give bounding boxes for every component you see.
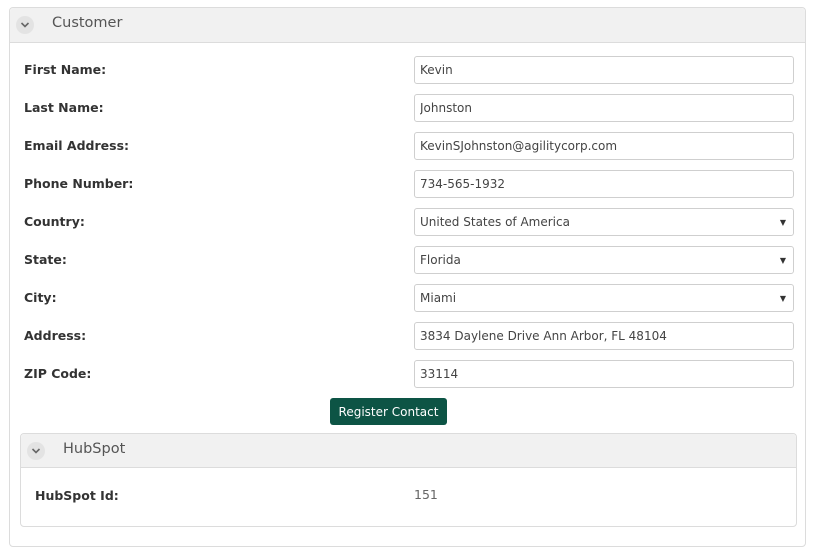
state-row: State: Florida ▼ — [10, 246, 805, 274]
last-name-label: Last Name: — [24, 100, 104, 115]
first-name-label: First Name: — [24, 62, 107, 77]
state-label: State: — [24, 252, 67, 267]
country-select-value: United States of America — [420, 215, 570, 229]
zip-input[interactable] — [414, 360, 794, 388]
customer-collapse-toggle[interactable] — [16, 16, 34, 34]
city-row: City: Miami ▼ — [10, 284, 805, 312]
hubspot-id-label: HubSpot Id: — [35, 488, 119, 503]
register-contact-button[interactable]: Register Contact — [330, 398, 447, 425]
hubspot-id-value: 151 — [414, 487, 438, 502]
country-row: Country: United States of America ▼ — [10, 208, 805, 236]
zip-label: ZIP Code: — [24, 366, 92, 381]
phone-label: Phone Number: — [24, 176, 134, 191]
address-row: Address: — [10, 322, 805, 350]
first-name-row: First Name: — [10, 56, 805, 84]
address-label: Address: — [24, 328, 87, 343]
state-select-value: Florida — [420, 253, 461, 267]
state-select[interactable]: Florida ▼ — [414, 246, 794, 274]
email-label: Email Address: — [24, 138, 130, 153]
caret-down-icon: ▼ — [779, 217, 786, 227]
caret-down-icon: ▼ — [779, 255, 786, 265]
email-input[interactable] — [414, 132, 794, 160]
phone-row: Phone Number: — [10, 170, 805, 198]
hubspot-panel-header: HubSpot — [21, 434, 796, 468]
email-row: Email Address: — [10, 132, 805, 160]
zip-row: ZIP Code: — [10, 360, 805, 388]
city-label: City: — [24, 290, 57, 305]
chevron-down-icon — [31, 448, 41, 454]
last-name-input[interactable] — [414, 94, 794, 122]
last-name-row: Last Name: — [10, 94, 805, 122]
customer-panel: Customer First Name: Last Name: Email Ad… — [9, 7, 806, 547]
caret-down-icon: ▼ — [779, 293, 786, 303]
hubspot-panel: HubSpot HubSpot Id: 151 — [20, 433, 797, 527]
phone-input[interactable] — [414, 170, 794, 198]
city-select-value: Miami — [420, 291, 457, 305]
customer-panel-title: Customer — [52, 15, 123, 31]
country-label: Country: — [24, 214, 85, 229]
city-select[interactable]: Miami ▼ — [414, 284, 794, 312]
address-input[interactable] — [414, 322, 794, 350]
country-select[interactable]: United States of America ▼ — [414, 208, 794, 236]
first-name-input[interactable] — [414, 56, 794, 84]
hubspot-panel-title: HubSpot — [63, 441, 126, 457]
hubspot-collapse-toggle[interactable] — [27, 442, 45, 460]
chevron-down-icon — [20, 22, 30, 28]
customer-panel-header: Customer — [10, 8, 805, 43]
